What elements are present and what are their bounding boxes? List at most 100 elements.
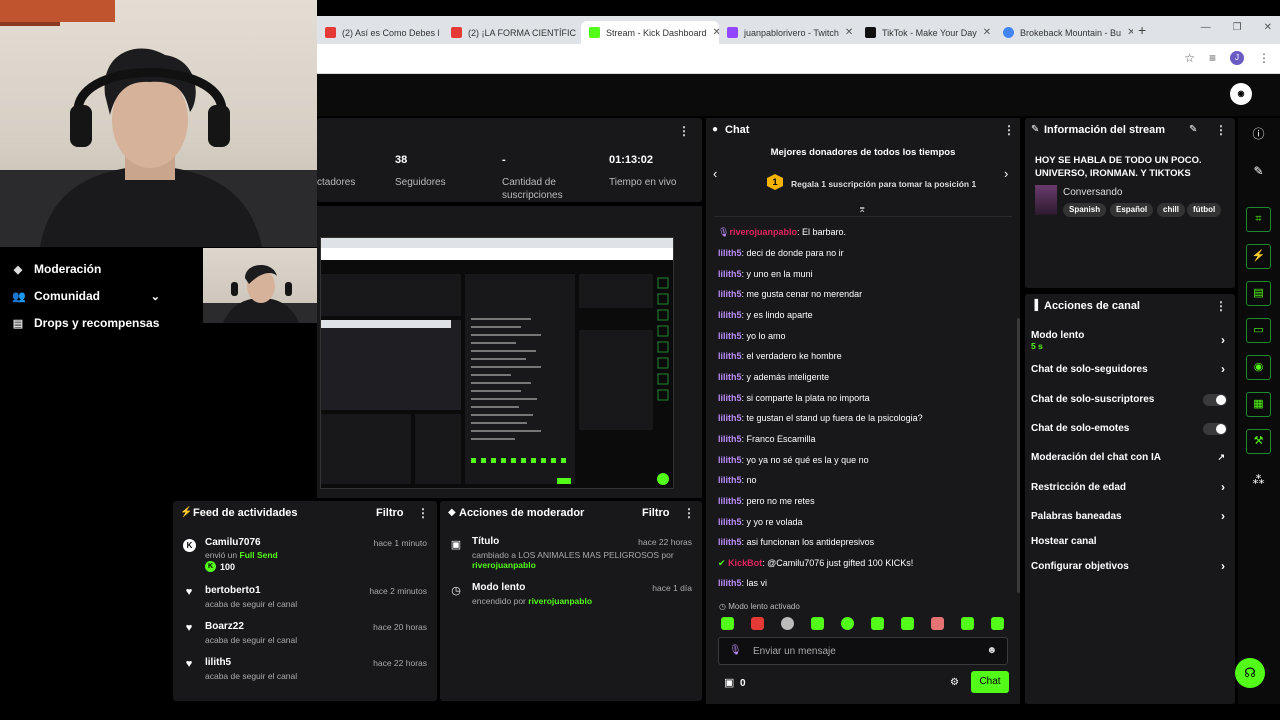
browser-tab[interactable]: (2) Así es Como Debes Er ✕ [317, 21, 439, 44]
minimize-icon[interactable]: — [1201, 22, 1211, 33]
more-icon[interactable]: ⋮ [678, 124, 690, 138]
feed-time: hace 22 horas [373, 658, 427, 668]
chat-username[interactable]: lilith5 [718, 455, 742, 465]
emote-icon[interactable] [781, 617, 794, 630]
broadcast-icon[interactable]: ◉ [1246, 355, 1271, 380]
emote-icon[interactable] [751, 617, 764, 630]
emote-icon[interactable] [841, 617, 854, 630]
close-icon[interactable]: ✕ [983, 27, 991, 38]
action-goals[interactable]: Configurar objetivos › [1031, 559, 1225, 573]
chat-username[interactable]: lilith5 [718, 269, 742, 279]
chat-username[interactable]: lilith5 [718, 351, 742, 361]
chat-username[interactable]: lilith5 [718, 578, 742, 588]
browser-tab[interactable]: Brokeback Mountain - Bu ✕ [995, 21, 1133, 44]
emote-icon[interactable] [811, 617, 824, 630]
feed-user[interactable]: Boarz22 [205, 621, 244, 632]
lightning-icon[interactable]: ⚡ [1246, 244, 1271, 269]
feed-user[interactable]: Camilu7076 [205, 537, 261, 548]
new-tab-button[interactable]: + [1138, 22, 1146, 38]
action-banned-words[interactable]: Palabras baneadas › [1031, 509, 1225, 523]
profile-avatar[interactable]: J [1230, 51, 1244, 65]
chevron-left-icon[interactable]: ‹ [713, 166, 717, 181]
more-icon[interactable]: ⋮ [1003, 123, 1015, 137]
browser-tab[interactable]: juanpablorivero - Twitch ✕ [719, 21, 857, 44]
action-ai-moderation[interactable]: Moderación del chat con IA ↗ [1031, 452, 1225, 463]
emote-icon[interactable] [871, 617, 884, 630]
star-icon[interactable]: ☆ [1184, 51, 1195, 65]
browser-tab-active[interactable]: Stream - Kick Dashboard ✕ [581, 21, 719, 44]
maximize-icon[interactable]: ❐ [1233, 22, 1242, 33]
media-icon[interactable]: ≡ [1209, 51, 1216, 65]
chevron-right-icon[interactable]: › [1004, 166, 1008, 181]
browser-tab[interactable]: (2) ¡LA FORMA CIENTÍFIC ✕ [443, 21, 581, 44]
action-slow-mode[interactable]: Modo lento 5 s › [1031, 330, 1225, 352]
chat-scrollbar[interactable] [1017, 318, 1020, 593]
collapse-icon[interactable]: ⌆ [858, 204, 866, 215]
chat-bubble-icon[interactable]: ▭ [1246, 318, 1271, 343]
wrench-icon[interactable]: ⚒ [1246, 429, 1271, 454]
more-icon[interactable]: ⋮ [417, 506, 429, 520]
feed-user[interactable]: bertoberto1 [205, 585, 261, 596]
settings-icon[interactable]: ⚙ [950, 677, 959, 688]
action-age-restriction[interactable]: Restricción de edad › [1031, 480, 1225, 494]
stream-tag[interactable]: Spanish [1063, 203, 1107, 217]
document-icon[interactable]: ▤ [1246, 281, 1271, 306]
chat-username[interactable]: lilith5 [718, 537, 742, 547]
nav-item-comunidad[interactable]: 👥 Comunidad ⌄ [12, 289, 160, 303]
more-icon[interactable]: ⋮ [1215, 299, 1227, 313]
emote-icon[interactable] [721, 617, 734, 630]
mod-action-user[interactable]: riverojuanpablo [528, 596, 592, 606]
emote-icon[interactable] [991, 617, 1004, 630]
chat-username[interactable]: lilith5 [718, 289, 742, 299]
emoji-icon[interactable]: ☻ [986, 645, 997, 656]
pencil-icon[interactable]: ✎ [1189, 124, 1197, 135]
user-avatar[interactable]: ◉ [1230, 83, 1252, 105]
stream-tag[interactable]: chill [1157, 203, 1186, 217]
stream-tag[interactable]: fútbol [1187, 203, 1222, 217]
emote-icon[interactable] [961, 617, 974, 630]
close-icon[interactable]: ✕ [845, 27, 853, 38]
support-button[interactable]: ☊ [1235, 658, 1265, 688]
action-host-channel[interactable]: Hostear canal [1031, 536, 1225, 547]
chat-username[interactable]: riverojuanpablo [729, 227, 797, 237]
clip-icon[interactable]: ⌗ [1246, 207, 1271, 232]
chat-input[interactable]: 🎙 Enviar un mensaje ☻ [718, 637, 1008, 665]
stream-preview[interactable] [320, 237, 674, 489]
pencil-icon[interactable]: ✎ [1246, 159, 1271, 184]
stream-tag[interactable]: Español [1110, 203, 1154, 217]
nav-item-drops[interactable]: ▤ Drops y recompensas [12, 316, 160, 330]
chat-username[interactable]: lilith5 [718, 475, 742, 485]
chat-username[interactable]: lilith5 [718, 434, 742, 444]
stream-category[interactable]: Conversando [1063, 187, 1122, 198]
queue-icon[interactable]: ▦ [1246, 392, 1271, 417]
emotes-only-toggle[interactable] [1203, 423, 1227, 435]
emote-icon[interactable] [901, 617, 914, 630]
mod-action-user[interactable]: riverojuanpablo [472, 560, 536, 570]
chat-username[interactable]: lilith5 [718, 517, 742, 527]
nav-item-moderacion[interactable]: ◆ Moderación [12, 262, 102, 276]
chat-username[interactable]: lilith5 [718, 496, 742, 506]
close-icon[interactable]: ✕ [1127, 27, 1133, 38]
chat-username[interactable]: lilith5 [718, 393, 742, 403]
chat-username[interactable]: KickBot [728, 558, 762, 568]
filter-button[interactable]: Filtro [376, 507, 404, 519]
menu-icon[interactable]: ⋮ [1258, 51, 1270, 65]
filter-button[interactable]: Filtro [642, 507, 670, 519]
more-icon[interactable]: ⋮ [1215, 123, 1227, 137]
chat-username[interactable]: lilith5 [718, 310, 742, 320]
more-icon[interactable]: ⋮ [683, 506, 695, 520]
feed-user[interactable]: lilith5 [205, 657, 231, 668]
emote-icon[interactable] [931, 617, 944, 630]
action-followers-only[interactable]: Chat de solo-seguidores › [1031, 362, 1225, 376]
close-window-icon[interactable]: ✕ [1264, 22, 1272, 33]
category-thumbnail[interactable] [1035, 185, 1057, 215]
info-icon[interactable]: ⓘ [1246, 122, 1271, 147]
chat-username[interactable]: lilith5 [718, 248, 742, 258]
subs-only-toggle[interactable] [1203, 394, 1227, 406]
chat-username[interactable]: lilith5 [718, 372, 742, 382]
chat-username[interactable]: lilith5 [718, 413, 742, 423]
browser-tab[interactable]: TikTok - Make Your Day ✕ [857, 21, 995, 44]
send-chat-button[interactable]: Chat [971, 671, 1009, 693]
add-widget-icon[interactable]: ⁂ [1246, 468, 1271, 493]
chat-username[interactable]: lilith5 [718, 331, 742, 341]
